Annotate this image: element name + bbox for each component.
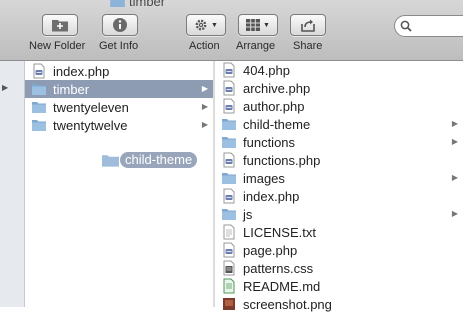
new-folder-button[interactable] bbox=[42, 14, 78, 36]
folder-icon bbox=[222, 137, 236, 148]
list-item-label: images bbox=[243, 170, 285, 186]
folder-icon bbox=[222, 119, 236, 130]
chevron-right-icon: ▶ bbox=[451, 209, 458, 218]
chevron-right-icon: ▶ bbox=[451, 119, 458, 128]
list-item[interactable]: js ▶ bbox=[215, 205, 463, 223]
list-item-label: functions bbox=[243, 134, 296, 150]
arrange-button[interactable]: ▼ bbox=[238, 14, 278, 36]
list-item[interactable]: author.php bbox=[215, 97, 463, 115]
chevron-right-icon: ▶ bbox=[451, 173, 458, 182]
list-item[interactable]: twentytwelve ▶ bbox=[25, 116, 213, 134]
php-file-icon bbox=[223, 98, 235, 114]
column-browser-pane-1[interactable]: index.php timber ▶ twentyeleven ▶ twentytwelv… bbox=[25, 61, 214, 307]
php-file-icon bbox=[223, 242, 235, 258]
text-file-icon bbox=[223, 224, 235, 240]
php-file-icon bbox=[223, 80, 235, 96]
chevron-down-icon: ▼ bbox=[211, 21, 218, 29]
dragged-item: child-theme bbox=[102, 151, 198, 168]
share-icon bbox=[301, 19, 315, 32]
list-item-label: page.php bbox=[243, 242, 298, 258]
folder-icon bbox=[102, 154, 119, 167]
folder-icon bbox=[32, 102, 46, 113]
gear-icon bbox=[195, 19, 207, 31]
php-file-icon bbox=[223, 188, 235, 204]
php-file-icon bbox=[223, 62, 235, 78]
folder-icon bbox=[222, 209, 236, 220]
list-item-label: patterns.css bbox=[243, 260, 314, 276]
list-item-label: functions.php bbox=[243, 152, 321, 168]
window-title-text: timber bbox=[129, 0, 166, 9]
list-item[interactable]: patterns.css bbox=[215, 259, 463, 277]
previous-column[interactable]: ▶ bbox=[0, 61, 25, 307]
list-item[interactable]: images ▶ bbox=[215, 169, 463, 187]
toolbar: timber New Folder Get Info ▼ Action ▼ Ar… bbox=[0, 0, 463, 61]
folder-icon bbox=[222, 173, 236, 184]
list-item-label: archive.php bbox=[243, 80, 311, 96]
chevron-right-icon: ▶ bbox=[201, 102, 208, 111]
list-item[interactable]: child-theme ▶ bbox=[215, 115, 463, 133]
get-info-button[interactable] bbox=[102, 14, 138, 36]
list-item[interactable]: timber ▶ bbox=[25, 80, 213, 98]
search-icon bbox=[400, 20, 412, 32]
list-item[interactable]: functions.php bbox=[215, 151, 463, 169]
folder-icon bbox=[32, 84, 46, 95]
action-button[interactable]: ▼ bbox=[186, 14, 226, 36]
column-browser-pane-2[interactable]: 404.php archive.php author.php child-theme ▶… bbox=[215, 61, 463, 312]
dragged-item-label: child-theme bbox=[120, 151, 198, 168]
list-item-label: LICENSE.txt bbox=[243, 224, 316, 240]
list-item[interactable]: page.php bbox=[215, 241, 463, 259]
list-item[interactable]: README.md bbox=[215, 277, 463, 295]
list-item[interactable]: index.php bbox=[25, 62, 213, 80]
php-file-icon bbox=[223, 152, 235, 168]
list-item[interactable]: screenshot.png bbox=[215, 295, 463, 313]
list-item-label: index.php bbox=[53, 63, 110, 79]
chevron-right-icon: ▶ bbox=[2, 83, 9, 92]
share-label: Share bbox=[293, 40, 323, 52]
search-field[interactable] bbox=[394, 15, 463, 37]
window-title: timber bbox=[110, 0, 166, 9]
list-item-label: twentyeleven bbox=[53, 99, 129, 115]
markdown-file-icon bbox=[223, 278, 235, 294]
list-item-label: js bbox=[243, 206, 253, 222]
list-item-label: child-theme bbox=[243, 116, 311, 132]
chevron-right-icon: ▶ bbox=[451, 137, 458, 146]
list-item-label: index.php bbox=[243, 188, 300, 204]
list-item[interactable]: index.php bbox=[215, 187, 463, 205]
list-item[interactable]: archive.php bbox=[215, 79, 463, 97]
list-item-label: timber bbox=[53, 81, 90, 97]
action-label: Action bbox=[189, 40, 220, 52]
list-item-label: twentytwelve bbox=[53, 117, 128, 133]
list-item[interactable]: LICENSE.txt bbox=[215, 223, 463, 241]
image-file-icon bbox=[223, 298, 235, 310]
share-button[interactable] bbox=[290, 14, 326, 36]
list-item[interactable]: functions ▶ bbox=[215, 133, 463, 151]
css-file-icon bbox=[223, 260, 235, 276]
list-item[interactable]: twentyeleven ▶ bbox=[25, 98, 213, 116]
list-item[interactable]: 404.php bbox=[215, 61, 463, 79]
list-item-label: 404.php bbox=[243, 62, 290, 78]
list-item-label: README.md bbox=[243, 278, 321, 294]
chevron-right-icon: ▶ bbox=[201, 84, 208, 93]
arrange-label: Arrange bbox=[236, 40, 276, 52]
folder-icon bbox=[110, 0, 125, 7]
php-file-icon bbox=[33, 63, 45, 79]
new-folder-icon bbox=[52, 20, 68, 32]
info-icon bbox=[113, 18, 127, 32]
chevron-right-icon: ▶ bbox=[201, 120, 208, 129]
new-folder-label: New Folder bbox=[29, 40, 86, 52]
folder-icon bbox=[32, 120, 46, 131]
get-info-label: Get Info bbox=[99, 40, 139, 52]
grid-icon bbox=[246, 19, 261, 31]
chevron-down-icon: ▼ bbox=[263, 21, 270, 29]
list-item-label: screenshot.png bbox=[243, 296, 332, 312]
list-item-label: author.php bbox=[243, 98, 305, 114]
